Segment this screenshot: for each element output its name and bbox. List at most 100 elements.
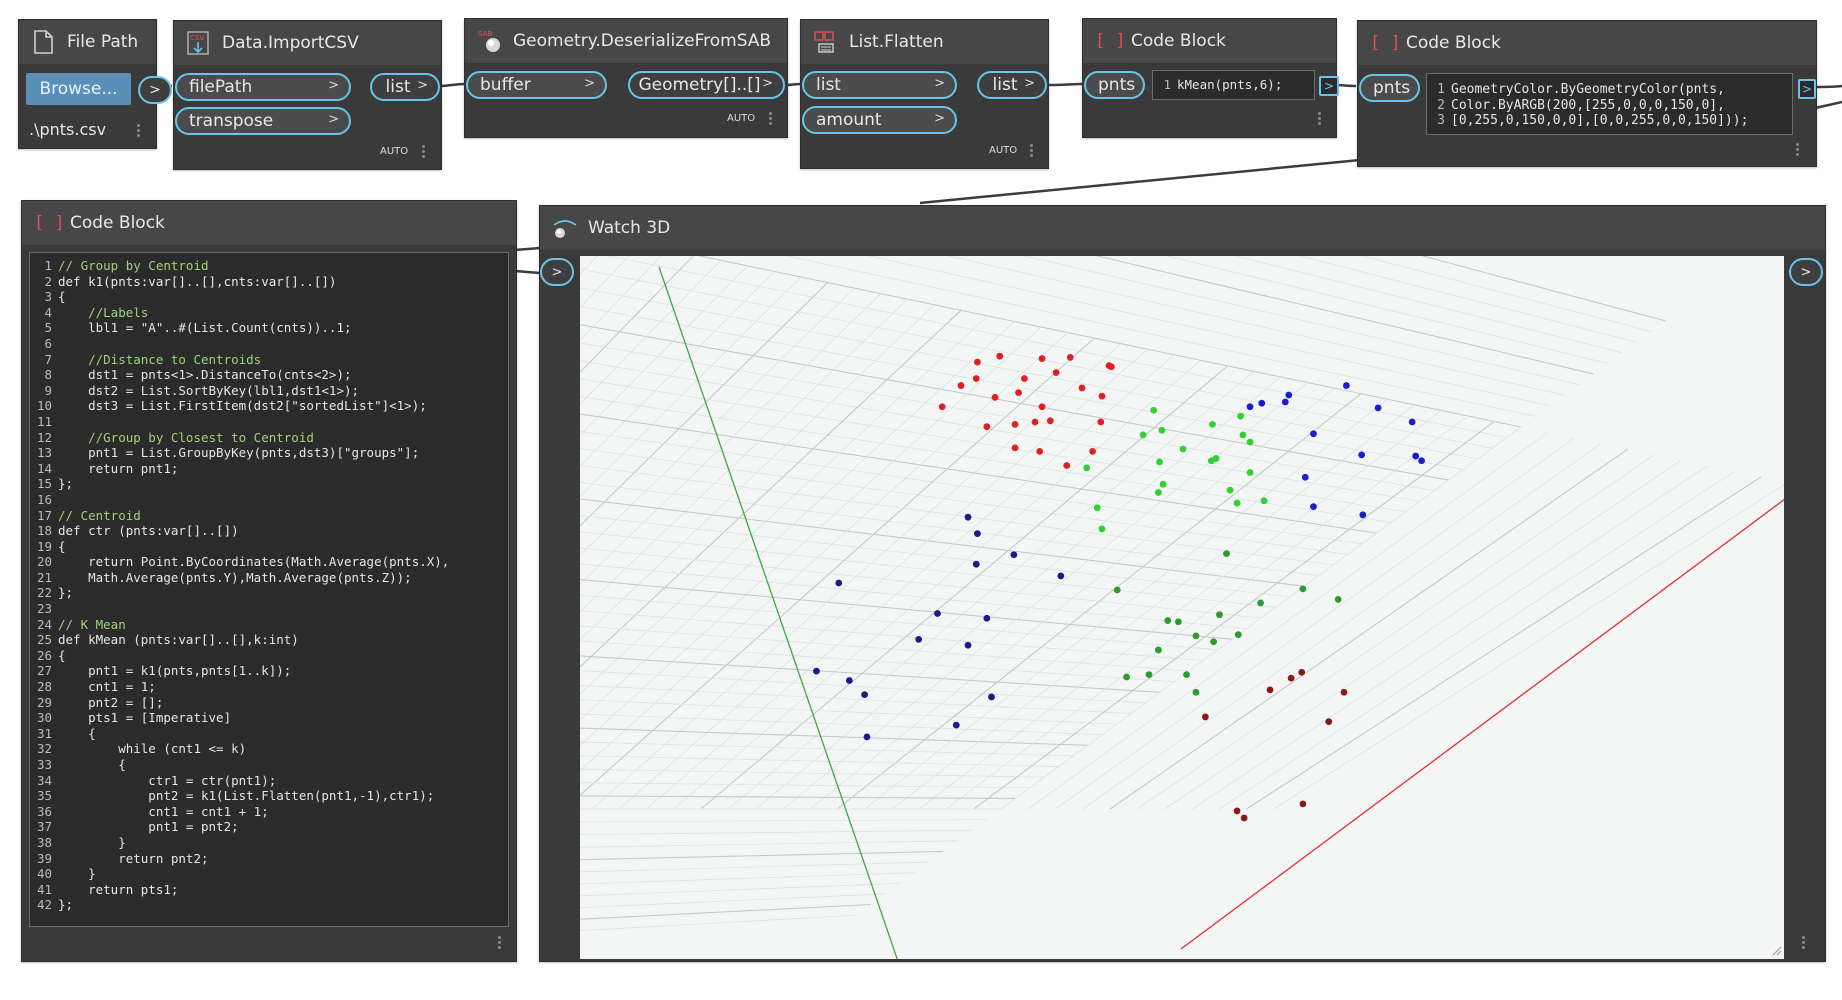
chevron-right-icon: > <box>934 111 945 126</box>
3d-viewport[interactable] <box>580 256 1784 959</box>
output-port-arrow[interactable]: > <box>1319 76 1339 96</box>
code-text: { <box>58 647 66 663</box>
line-number: 6 <box>44 335 52 351</box>
resize-grip-icon[interactable] <box>1772 941 1782 956</box>
input-port-buffer[interactable]: buffer > <box>466 71 607 99</box>
code-line: 32 while (cnt1 <= k) <box>30 741 508 757</box>
point-dark-red <box>1340 688 1348 696</box>
node-header[interactable]: Watch 3D <box>540 206 1825 250</box>
svg-text:CSV: CSV <box>190 34 204 42</box>
file-path-node[interactable]: File Path Browse... > .\pnts.csv <box>18 19 172 149</box>
point-dark-blue <box>964 641 972 649</box>
point-green <box>1246 438 1254 446</box>
point-red <box>1036 447 1044 455</box>
node-header[interactable]: [ ] Code Block <box>22 201 516 245</box>
line-number: 38 <box>36 834 52 850</box>
point-blue <box>1310 503 1317 510</box>
code-text: } <box>58 834 126 850</box>
wire-main-to-watch-2 <box>514 269 541 275</box>
output-port-arrow[interactable]: > <box>138 76 172 104</box>
code-text: pnt1 = k1(pnts,pnts[1..k]); <box>58 663 292 679</box>
point-green <box>1209 420 1216 428</box>
point-dark-green <box>1113 586 1121 594</box>
node-menu-icon[interactable] <box>498 936 502 950</box>
output-port-arrow[interactable]: > <box>1798 79 1816 99</box>
code-text: { <box>58 725 96 741</box>
point-dark-blue <box>1010 551 1018 559</box>
input-port-arrow[interactable]: > <box>540 258 574 286</box>
chevron-right-icon: > <box>762 76 773 91</box>
line-number: 13 <box>36 445 52 461</box>
point-red <box>972 375 980 382</box>
output-port-list[interactable]: list > <box>370 73 440 101</box>
code-line: 14 return pnt1; <box>30 461 508 477</box>
code-block-color-node[interactable]: [ ] Code Block pnts 1 GeometryColor.ByGeo… <box>1357 20 1817 167</box>
point-dark-blue <box>983 614 991 622</box>
code-block-main-node[interactable]: [ ] Code Block 1 // Group by Centroid 2 def… <box>21 200 517 962</box>
input-port-transpose[interactable]: transpose > <box>175 107 351 135</box>
output-port-arrow[interactable]: > <box>1789 258 1823 286</box>
node-header[interactable]: CSV Data.ImportCSV <box>174 21 441 65</box>
code-text: def k1(pnts:var[]..[],cnts:var[]..[]) <box>58 273 337 289</box>
code-editor[interactable]: 1 // Group by Centroid 2 def k1(pnts:var[].… <box>29 252 509 927</box>
code-line: Color.ByARGB(200,[255,0,0,0,150,0], <box>1451 97 1725 113</box>
list-flatten-node[interactable]: List.Flatten list > amount > list > AUTO <box>800 19 1049 169</box>
x-axis <box>1180 498 1784 950</box>
code-editor[interactable]: 1 kMean(pnts,6); <box>1152 70 1315 100</box>
line-number: 34 <box>36 772 52 788</box>
code-block-kmean-node[interactable]: [ ] Code Block pnts 1 kMean(pnts,6); > <box>1082 18 1339 138</box>
code-line: 8 dst1 = pnts<1>.DistanceTo(cnts<2>); <box>30 367 508 383</box>
code-text: }; <box>58 476 74 492</box>
point-green <box>1226 486 1234 494</box>
watch3d-node[interactable]: Watch 3D > > <box>539 205 1826 962</box>
point-dark-green <box>1234 631 1242 639</box>
code-editor[interactable]: 1 GeometryColor.ByGeometryColor(pnts, 2 Co… <box>1426 73 1793 135</box>
point-dark-green <box>1192 632 1200 640</box>
node-menu-icon[interactable] <box>769 112 773 126</box>
line-number: 26 <box>36 647 52 663</box>
code-line: 33 { <box>30 757 508 773</box>
code-line: 38 } <box>30 835 508 851</box>
deserialize-sab-node[interactable]: SAB Geometry.DeserializeFromSAB buffer > … <box>464 18 788 138</box>
point-green <box>1246 469 1254 476</box>
code-line: 7 //Distance to Centroids <box>30 352 508 368</box>
node-menu-icon[interactable] <box>1030 144 1034 158</box>
point-dark-green <box>1334 596 1342 603</box>
chevron-right-icon: > <box>417 78 428 93</box>
node-header[interactable]: SAB Geometry.DeserializeFromSAB <box>465 19 787 63</box>
node-header[interactable]: File Path <box>19 20 156 64</box>
code-line: kMean(pnts,6); <box>1177 77 1283 92</box>
point-red <box>1021 375 1028 382</box>
node-header[interactable]: List.Flatten <box>801 20 1048 64</box>
line-number: 2 <box>44 273 52 289</box>
point-dark-green <box>1223 550 1230 557</box>
point-blue <box>1285 391 1293 399</box>
node-menu-icon[interactable] <box>137 124 141 138</box>
input-port-list[interactable]: list > <box>802 71 957 99</box>
node-menu-icon[interactable] <box>1802 936 1806 950</box>
input-port-amount[interactable]: amount > <box>802 106 957 134</box>
output-port-geometry[interactable]: Geometry[]..[] > <box>628 71 785 99</box>
line-number: 1 <box>44 258 52 273</box>
point-red <box>1089 447 1096 455</box>
chevron-right-icon: > <box>1800 264 1812 280</box>
input-port-pnts[interactable]: pnts <box>1359 74 1420 102</box>
input-port-pnts[interactable]: pnts <box>1084 71 1145 99</box>
wire-main-to-watch-1 <box>514 246 541 252</box>
line-number: 37 <box>36 819 52 835</box>
import-csv-node[interactable]: CSV Data.ImportCSV filePath > transpose > … <box>173 20 442 170</box>
wire-deserialize-to-flatten <box>785 82 801 87</box>
node-menu-icon[interactable] <box>422 145 426 159</box>
node-title: Code Block <box>70 213 165 233</box>
code-line: 21 Math.Average(pnts.Y),Math.Average(pnt… <box>30 570 508 586</box>
input-port-filepath[interactable]: filePath > <box>175 73 351 101</box>
node-header[interactable]: [ ] Code Block <box>1358 21 1816 65</box>
point-green <box>1233 499 1241 507</box>
point-blue <box>1342 382 1350 389</box>
output-port-list[interactable]: list > <box>977 71 1047 99</box>
node-menu-icon[interactable] <box>1796 143 1800 157</box>
browse-button[interactable]: Browse... <box>26 73 131 105</box>
node-menu-icon[interactable] <box>1318 112 1322 126</box>
line-number: 3 <box>44 289 52 305</box>
node-header[interactable]: [ ] Code Block <box>1083 19 1336 63</box>
